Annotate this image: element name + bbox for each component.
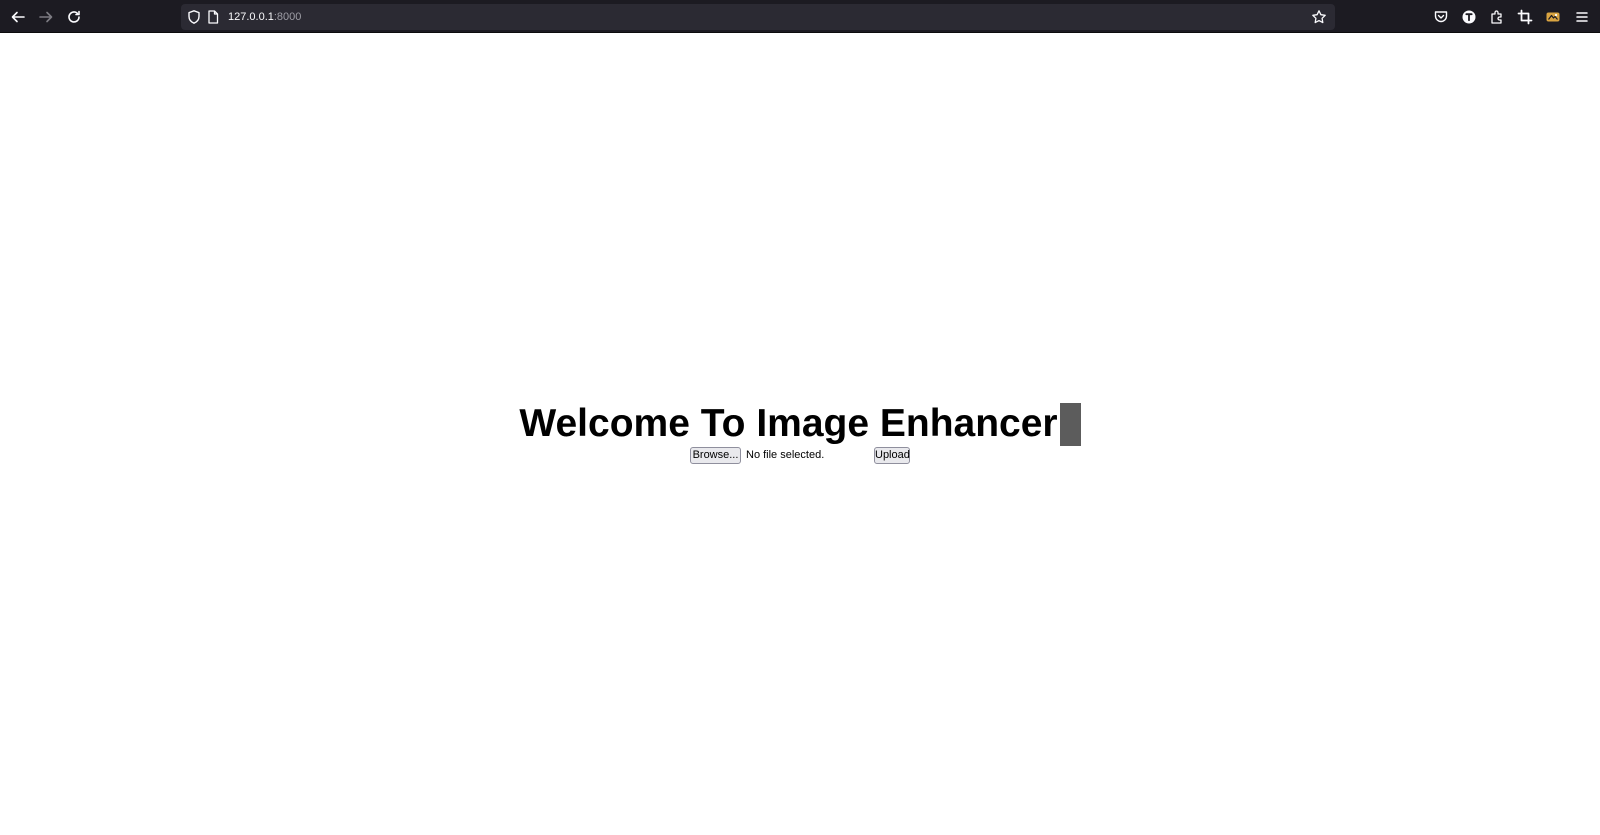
- browser-toolbar: 127.0.0.1:8000: [0, 0, 1600, 33]
- url-host: 127.0.0.1: [228, 11, 274, 23]
- page-title: Welcome To Image Enhancer: [519, 402, 1058, 445]
- url-port: :8000: [273, 11, 302, 23]
- puzzle-icon: [1491, 10, 1502, 24]
- url-text[interactable]: 127.0.0.1:8000: [228, 10, 301, 24]
- title-row: Welcome To Image Enhancer: [0, 402, 1600, 446]
- hamburger-menu-icon: [1576, 12, 1588, 22]
- account-button[interactable]: [1457, 5, 1481, 29]
- pocket-button[interactable]: [1429, 5, 1453, 29]
- extension-badge-button[interactable]: [1541, 5, 1565, 29]
- account-icon: [1462, 10, 1476, 24]
- pocket-icon: [1434, 11, 1448, 23]
- extension-badge-icon: [1546, 12, 1560, 22]
- reload-button[interactable]: [62, 5, 86, 29]
- shield-icon[interactable]: [186, 9, 202, 25]
- crop-button[interactable]: [1513, 5, 1537, 29]
- page-content: Welcome To Image Enhancer Browse... No f…: [0, 33, 1600, 835]
- crop-icon: [1517, 9, 1533, 25]
- star-icon[interactable]: [1311, 9, 1327, 25]
- back-arrow-icon: [11, 11, 25, 23]
- forward-arrow-icon: [39, 11, 53, 23]
- text-cursor-block: [1059, 402, 1081, 446]
- page-icon[interactable]: [205, 9, 221, 25]
- browse-button[interactable]: Browse...: [690, 447, 741, 464]
- upload-button[interactable]: Upload: [874, 447, 910, 464]
- file-status-text: No file selected.: [746, 449, 825, 461]
- extensions-button[interactable]: [1485, 5, 1509, 29]
- address-bar[interactable]: 127.0.0.1:8000: [181, 4, 1335, 30]
- back-button[interactable]: [6, 5, 30, 29]
- menu-button[interactable]: [1570, 5, 1594, 29]
- reload-icon: [68, 10, 80, 23]
- forward-button[interactable]: [34, 5, 58, 29]
